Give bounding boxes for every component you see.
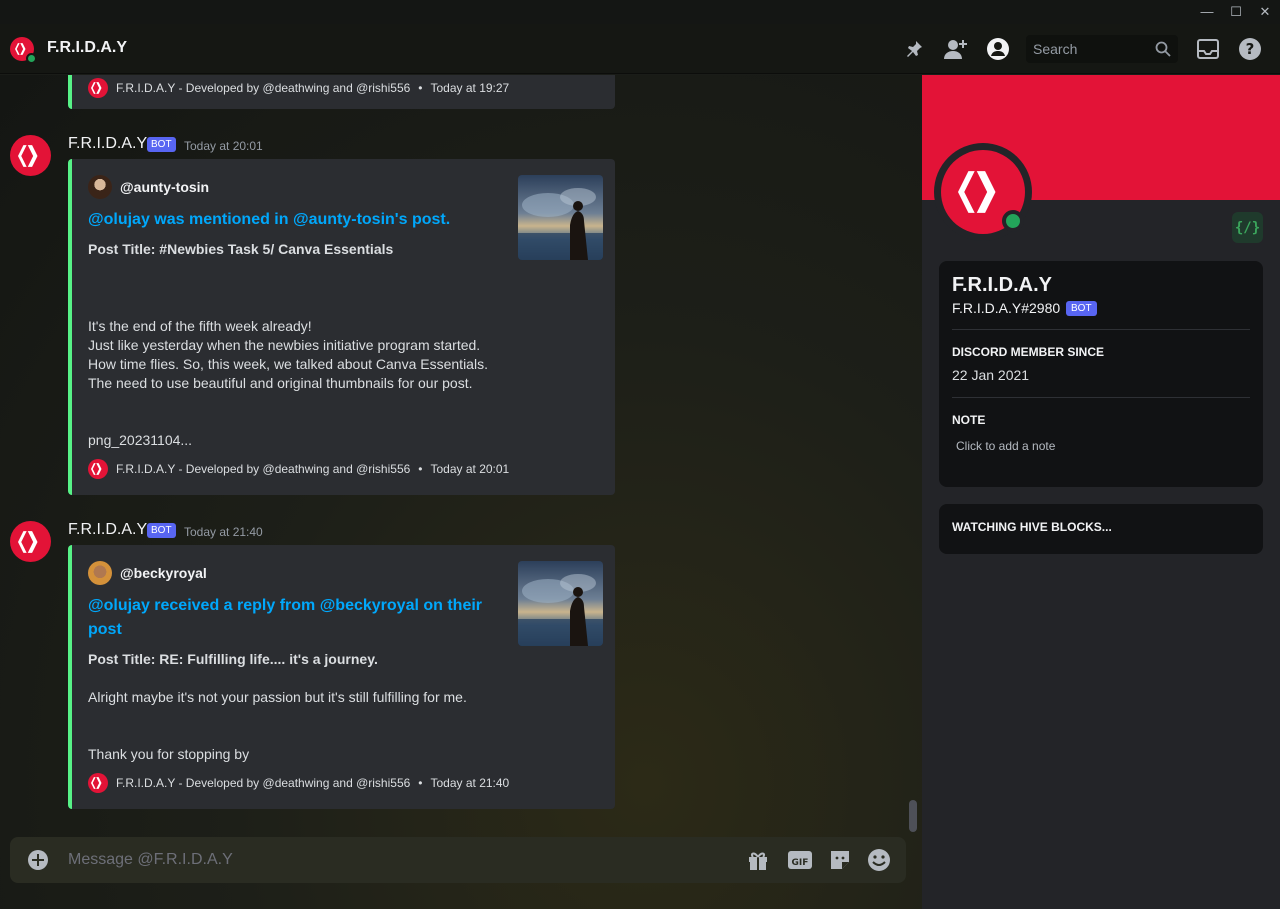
profile-info-card: F.R.I.D.A.Y F.R.I.D.A.Y#2980 BOT DISCORD… [939, 261, 1263, 487]
profile-tag: F.R.I.D.A.Y#2980 [952, 300, 1061, 316]
desc-line: How time flies. So, this week, we talked… [88, 356, 488, 372]
embed-title-link[interactable]: @olujay was mentioned in @aunty-tosin's … [88, 208, 488, 232]
online-status-dot [26, 53, 37, 64]
desc-line: The need to use beautiful and original t… [88, 375, 473, 391]
bot-badge: BOT [147, 137, 176, 152]
message-input[interactable] [68, 849, 708, 871]
embed-post-title: Post Title: #Newbies Task 5/ Canva Essen… [88, 241, 394, 257]
user-profile-panel: {/} F.R.I.D.A.Y F.R.I.D.A.Y#2980 BOT DIS… [922, 75, 1280, 909]
embed-author-name: @beckyroyal [120, 565, 207, 581]
message-timestamp: Today at 20:01 [184, 139, 263, 153]
desc-line: Just like yesterday when the newbies ini… [88, 337, 481, 353]
search-box[interactable] [1026, 35, 1178, 63]
embed-description-tail: png_20231104... [88, 432, 193, 448]
author-avatar [88, 561, 112, 585]
footer-text: F.R.I.D.A.Y - Developed by @deathwing an… [116, 462, 411, 476]
search-icon [1155, 41, 1171, 62]
message-author[interactable]: F.R.I.D.A.Y [68, 521, 147, 539]
add-friend-icon[interactable] [944, 37, 968, 61]
online-status-dot [1002, 210, 1024, 232]
message-avatar[interactable] [10, 521, 51, 562]
svg-text:?: ? [1246, 40, 1255, 58]
pin-icon[interactable] [902, 37, 926, 61]
svg-text:GIF: GIF [792, 858, 809, 868]
embed-description: It's the end of the fifth week already! … [88, 317, 508, 393]
window-titlebar: — ☐ ✕ [0, 0, 1280, 24]
member-since-value: 22 Jan 2021 [952, 367, 1030, 383]
message-author[interactable]: F.R.I.D.A.Y [68, 135, 147, 153]
attach-plus-icon[interactable] [26, 848, 50, 872]
embed-footer: F.R.I.D.A.Y - Developed by @deathwing an… [88, 459, 509, 479]
maximize-button[interactable]: ☐ [1221, 0, 1251, 24]
close-window-button[interactable]: ✕ [1250, 0, 1280, 24]
embed-description-tail: Thank you for stopping by [88, 746, 250, 762]
chat-scrollbar[interactable] [909, 800, 917, 832]
active-developer-badge-icon[interactable]: {/} [1232, 212, 1263, 243]
sticker-icon[interactable] [828, 848, 852, 872]
divider [952, 397, 1250, 398]
inbox-icon[interactable] [1196, 37, 1220, 61]
minimize-button[interactable]: — [1192, 0, 1222, 24]
channel-title: F.R.I.D.A.Y [47, 39, 128, 56]
hive-logo-icon [88, 773, 108, 793]
channel-header: F.R.I.D.A.Y ? [0, 24, 1280, 74]
bot-badge: BOT [1066, 301, 1097, 316]
embed-author[interactable]: @beckyroyal [88, 561, 207, 585]
footer-time: Today at 20:01 [430, 462, 510, 476]
activity-status: WATCHING HIVE BLOCKS... [952, 520, 1112, 534]
emoji-icon[interactable] [867, 848, 891, 872]
divider [952, 329, 1250, 330]
message-avatar[interactable] [10, 135, 51, 176]
profile-toggle-icon[interactable] [986, 37, 1010, 61]
search-input[interactable] [1033, 39, 1151, 59]
notification-embed: @aunty-tosin @olujay was mentioned in @a… [68, 159, 615, 495]
embed-title-link[interactable]: @olujay received a reply from @beckyroya… [88, 594, 488, 642]
footer-time: Today at 21:40 [430, 776, 510, 790]
footer-separator: • [418, 776, 423, 790]
embed-post-title: Post Title: RE: Fulfilling life.... it's… [88, 651, 378, 667]
embed-description: Alright maybe it's not your passion but … [88, 689, 467, 705]
hive-logo-icon [88, 459, 108, 479]
embed-thumbnail[interactable] [518, 561, 603, 646]
footer-separator: • [418, 462, 423, 476]
profile-name: F.R.I.D.A.Y [952, 274, 1053, 296]
footer-text: F.R.I.D.A.Y - Developed by @deathwing an… [116, 776, 411, 790]
activity-card: WATCHING HIVE BLOCKS... [939, 504, 1263, 554]
footer-text: F.R.I.D.A.Y - Developed by @deathwing an… [116, 81, 411, 95]
chat-area[interactable]: F.R.I.D.A.Y - Developed by @deathwing an… [0, 75, 922, 909]
note-label: NOTE [952, 413, 986, 427]
notification-embed: @beckyroyal @olujay received a reply fro… [68, 545, 615, 809]
message-composer: GIF [10, 837, 906, 883]
bot-badge: BOT [147, 523, 176, 538]
embed-author-name: @aunty-tosin [120, 179, 210, 195]
embed-footer: F.R.I.D.A.Y - Developed by @deathwing an… [88, 78, 509, 98]
gif-icon[interactable]: GIF [788, 848, 812, 872]
gift-icon[interactable] [746, 848, 770, 872]
previous-embed: F.R.I.D.A.Y - Developed by @deathwing an… [68, 75, 615, 109]
member-since-label: DISCORD MEMBER SINCE [952, 345, 1105, 359]
author-avatar [88, 175, 112, 199]
embed-thumbnail[interactable] [518, 175, 603, 260]
help-icon[interactable]: ? [1238, 37, 1262, 61]
message-timestamp: Today at 21:40 [184, 525, 263, 539]
footer-separator: • [418, 81, 423, 95]
note-input[interactable]: Click to add a note [956, 439, 1055, 453]
hive-logo-icon [88, 78, 108, 98]
embed-footer: F.R.I.D.A.Y - Developed by @deathwing an… [88, 773, 509, 793]
footer-time: Today at 19:27 [430, 81, 510, 95]
embed-author[interactable]: @aunty-tosin [88, 175, 209, 199]
desc-line: It's the end of the fifth week already! [88, 318, 312, 334]
